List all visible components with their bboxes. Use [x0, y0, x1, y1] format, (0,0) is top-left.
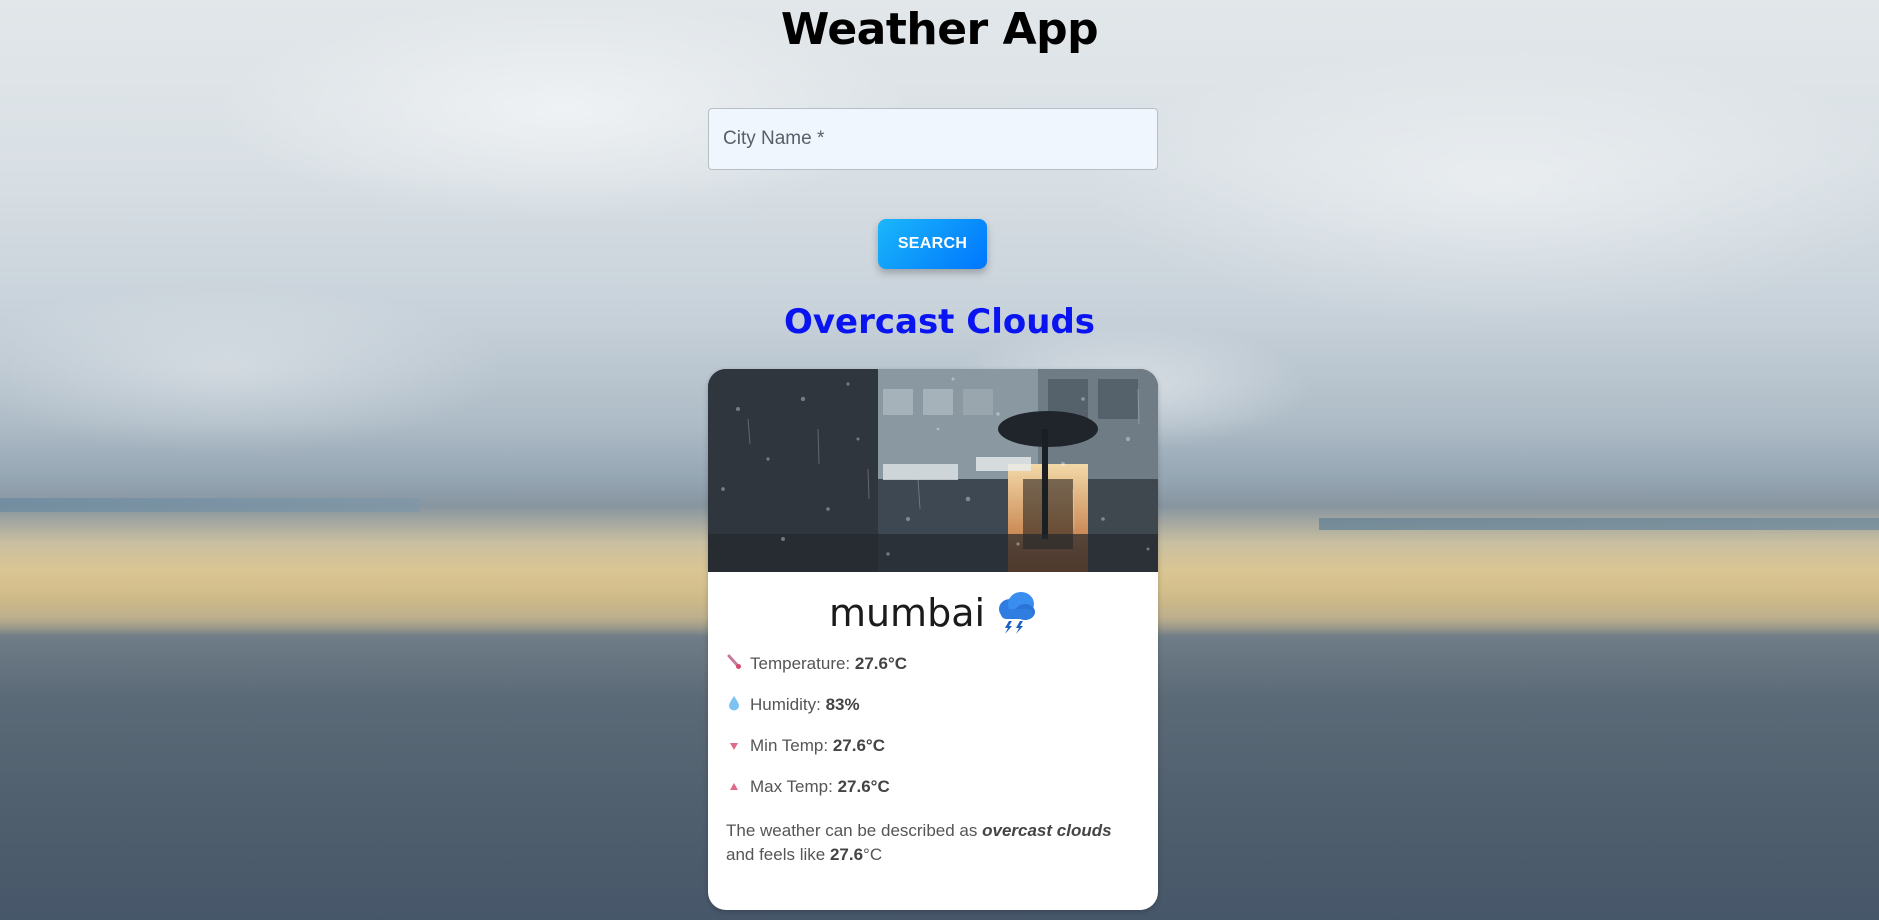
feels-like-value: 27.6: [829, 845, 864, 864]
max-temp-row: Max Temp: 27.6°C: [726, 775, 1140, 816]
humidity-row: Humidity: 83%: [726, 693, 1140, 734]
droplet-icon: [726, 694, 742, 718]
search-button[interactable]: SEARCH: [878, 219, 987, 269]
city-name-input[interactable]: [708, 108, 1158, 170]
triangle-up-icon: [726, 776, 742, 800]
min-temp-label: Min Temp:: [750, 736, 833, 755]
thermometer-icon: [726, 653, 742, 677]
weather-app: Weather App SEARCH Overcast Clouds: [0, 0, 1879, 920]
page-title: Weather App: [780, 4, 1099, 55]
weather-condition-heading: Overcast Clouds: [783, 302, 1096, 342]
temperature-row: Temperature: 27.6°C: [726, 652, 1140, 693]
feels-like-unit: °C: [863, 845, 883, 864]
description-prefix: The weather can be described as: [726, 821, 983, 840]
city-name: mumbai: [828, 591, 986, 635]
humidity-value: 83%: [825, 695, 860, 714]
temperature-value: 27.6°C: [854, 654, 908, 673]
temperature-label: Temperature:: [750, 654, 855, 673]
description-middle: and feels like: [726, 845, 830, 864]
max-temp-label: Max Temp:: [750, 777, 838, 796]
max-temp-value: 27.6°C: [837, 777, 890, 796]
min-temp-row: Min Temp: 27.6°C: [726, 734, 1140, 775]
triangle-down-icon: [726, 735, 742, 759]
description-condition: overcast clouds: [982, 821, 1112, 840]
rainy-window-photo: [708, 369, 1158, 572]
min-temp-value: 27.6°C: [832, 736, 885, 755]
humidity-label: Humidity:: [750, 695, 826, 714]
thunder-rain-cloud-icon: [985, 591, 1037, 635]
weather-description: The weather can be described as overcast…: [726, 819, 1140, 867]
weather-card: mumbai Temperature: 27.6°C Humidity: 83%…: [708, 369, 1158, 910]
